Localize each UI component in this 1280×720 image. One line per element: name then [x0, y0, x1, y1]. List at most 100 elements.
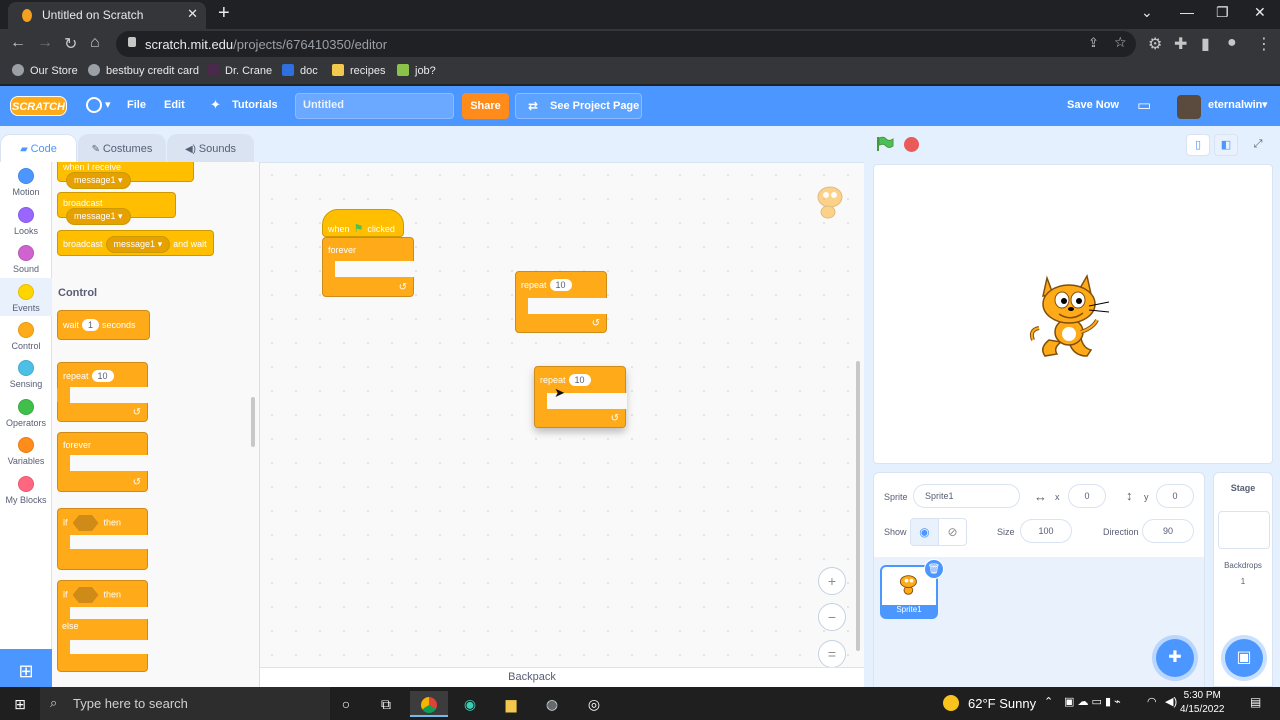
address-bar[interactable]: scratch.mit.edu/projects/676410350/edito…	[116, 31, 1136, 57]
sprite-name-input[interactable]: Sprite1	[913, 484, 1020, 508]
palette-scrollbar[interactable]	[251, 397, 255, 447]
category-variables[interactable]: Variables	[0, 437, 52, 466]
zoom-in-button[interactable]: +	[818, 567, 846, 595]
save-now-button[interactable]: Save Now	[1067, 99, 1119, 111]
tutorials-button[interactable]: Tutorials	[232, 99, 278, 111]
see-project-page-button[interactable]: ⇄ See Project Page	[515, 93, 642, 119]
fullscreen-button[interactable]: ⤢	[1246, 134, 1270, 156]
bookmark-dr-crane[interactable]: Dr. Crane	[207, 64, 272, 77]
show-hidden-button[interactable]: ⊘	[938, 518, 967, 546]
wait-block[interactable]: wait 1 seconds	[57, 310, 150, 340]
tray-chevron-icon[interactable]: ⌃	[1044, 695, 1053, 708]
wifi-icon[interactable]: ◠	[1147, 695, 1157, 708]
repeat-input[interactable]: 10	[549, 279, 572, 291]
taskbar-search[interactable]: ⌕ Type here to search	[40, 687, 330, 720]
scratch-cat-sprite[interactable]	[1029, 270, 1113, 360]
username[interactable]: eternalwin	[1208, 99, 1262, 111]
file-menu[interactable]: File	[127, 99, 146, 111]
category-looks[interactable]: Looks	[0, 207, 52, 236]
if-then-else-block[interactable]: if then else	[57, 580, 148, 672]
tray-app-icons[interactable]: ▣ ☁ ▭ ▮ ⌁	[1064, 695, 1121, 708]
home-icon[interactable]: ⌂	[90, 34, 100, 52]
message-dropdown[interactable]: message1 ▾	[66, 208, 131, 225]
green-flag-icon[interactable]	[876, 136, 894, 152]
obs-icon[interactable]: ◎	[581, 691, 607, 717]
language-globe-icon[interactable]	[86, 97, 102, 113]
y-input[interactable]: 0	[1156, 484, 1194, 508]
tab-close-icon[interactable]: ✕	[187, 6, 198, 22]
delete-sprite-button[interactable]: 🗑	[924, 559, 944, 579]
bookmark-job[interactable]: job?	[397, 64, 436, 77]
tab-code[interactable]: ▰ Code	[0, 134, 77, 163]
file-explorer-icon[interactable]: ▆	[498, 691, 524, 717]
code-workspace[interactable]: when ⚑ clicked forever ↺ repeat 10 ↺ repeat…	[260, 162, 864, 688]
notifications-icon[interactable]: ▤	[1250, 695, 1261, 709]
share-button[interactable]: Share	[462, 93, 509, 119]
broadcast-and-wait-block[interactable]: broadcast message1 ▾ and wait	[57, 230, 214, 256]
my-stuff-folder-icon[interactable]: ▭	[1137, 96, 1151, 114]
workspace-vertical-scrollbar[interactable]	[856, 361, 860, 651]
edit-menu[interactable]: Edit	[164, 99, 185, 111]
forward-icon[interactable]: →	[37, 34, 53, 52]
back-icon[interactable]: ←	[10, 34, 26, 52]
tab-search-icon[interactable]: ⌄	[1141, 4, 1153, 21]
backdrop-thumbnail[interactable]	[1218, 511, 1270, 549]
chrome-taskbar-icon[interactable]	[410, 691, 448, 717]
taskbar-clock[interactable]: 5:30 PM 4/15/2022	[1180, 689, 1225, 717]
chrome-menu-icon[interactable]: ⋮	[1256, 34, 1272, 54]
category-control[interactable]: Control	[0, 322, 52, 351]
avatar[interactable]	[1177, 95, 1201, 119]
when-i-receive-block[interactable]: when I receivemessage1 ▾	[57, 162, 194, 189]
broadcast-block[interactable]: broadcastmessage1 ▾	[57, 192, 176, 225]
steam-icon[interactable]: ◍	[539, 691, 565, 717]
category-motion[interactable]: Motion	[0, 168, 52, 197]
bookmark-recipes[interactable]: recipes	[332, 64, 385, 77]
zoom-reset-button[interactable]: =	[818, 640, 846, 668]
minimize-icon[interactable]: —	[1180, 4, 1194, 20]
condition-slot[interactable]	[72, 587, 99, 603]
size-input[interactable]: 100	[1020, 519, 1072, 543]
extensions-puzzle-icon[interactable]: ✚	[1174, 34, 1187, 54]
windows-start-icon[interactable]: ⊞	[7, 691, 33, 717]
when-flag-clicked-block[interactable]: when ⚑ clicked	[322, 209, 404, 237]
task-view-icon[interactable]: ⧉	[373, 691, 399, 717]
x-input[interactable]: 0	[1068, 484, 1106, 508]
normal-stage-button[interactable]: ◧	[1214, 134, 1238, 156]
share-page-icon[interactable]: ⇪	[1088, 35, 1099, 51]
cortana-icon[interactable]: ○	[333, 691, 359, 717]
stop-button[interactable]	[904, 137, 919, 152]
message-dropdown[interactable]: message1 ▾	[105, 236, 171, 253]
volume-icon[interactable]: ◀)	[1165, 695, 1177, 708]
repeat-input[interactable]: 10	[568, 374, 591, 386]
stage-canvas[interactable]	[873, 164, 1273, 464]
wait-input[interactable]: 1	[82, 319, 100, 331]
category-sensing[interactable]: Sensing	[0, 360, 52, 389]
reload-icon[interactable]: ↻	[64, 34, 77, 54]
condition-slot[interactable]	[72, 515, 99, 531]
edge-icon[interactable]: ◉	[457, 691, 483, 717]
zoom-out-button[interactable]: −	[818, 603, 846, 631]
bookmark-star-icon[interactable]: ☆	[1114, 34, 1127, 51]
repeat-input[interactable]: 10	[91, 370, 114, 382]
bookmark-our-store[interactable]: Our Store	[12, 64, 78, 77]
account-chevron-down-icon[interactable]: ▾	[1262, 98, 1268, 111]
project-title-input[interactable]: Untitled	[295, 93, 454, 119]
maximize-icon[interactable]: ❐	[1216, 4, 1229, 21]
direction-input[interactable]: 90	[1142, 519, 1194, 543]
extension-gear-icon[interactable]: ⚙	[1148, 34, 1162, 54]
browser-tab[interactable]: Untitled on Scratch ✕	[8, 2, 206, 29]
choose-backdrop-button[interactable]: ▣	[1225, 639, 1263, 677]
new-tab-icon[interactable]: +	[218, 2, 230, 25]
close-window-icon[interactable]: ✕	[1254, 4, 1266, 21]
profile-icon[interactable]: ●	[1227, 34, 1237, 52]
choose-sprite-button[interactable]: ✚	[1156, 639, 1194, 677]
category-my-blocks[interactable]: My Blocks	[0, 476, 52, 505]
category-sound[interactable]: Sound	[0, 245, 52, 274]
small-stage-button[interactable]: ▯	[1186, 134, 1210, 156]
category-events[interactable]: Events	[0, 278, 52, 316]
message-dropdown[interactable]: message1 ▾	[66, 172, 131, 189]
tab-sounds[interactable]: ◀) Sounds	[167, 134, 254, 163]
bookmark-bestbuy[interactable]: bestbuy credit card	[88, 64, 199, 77]
weather-text[interactable]: 62°F Sunny	[968, 696, 1036, 711]
tab-costumes[interactable]: ✎ Costumes	[78, 134, 166, 163]
